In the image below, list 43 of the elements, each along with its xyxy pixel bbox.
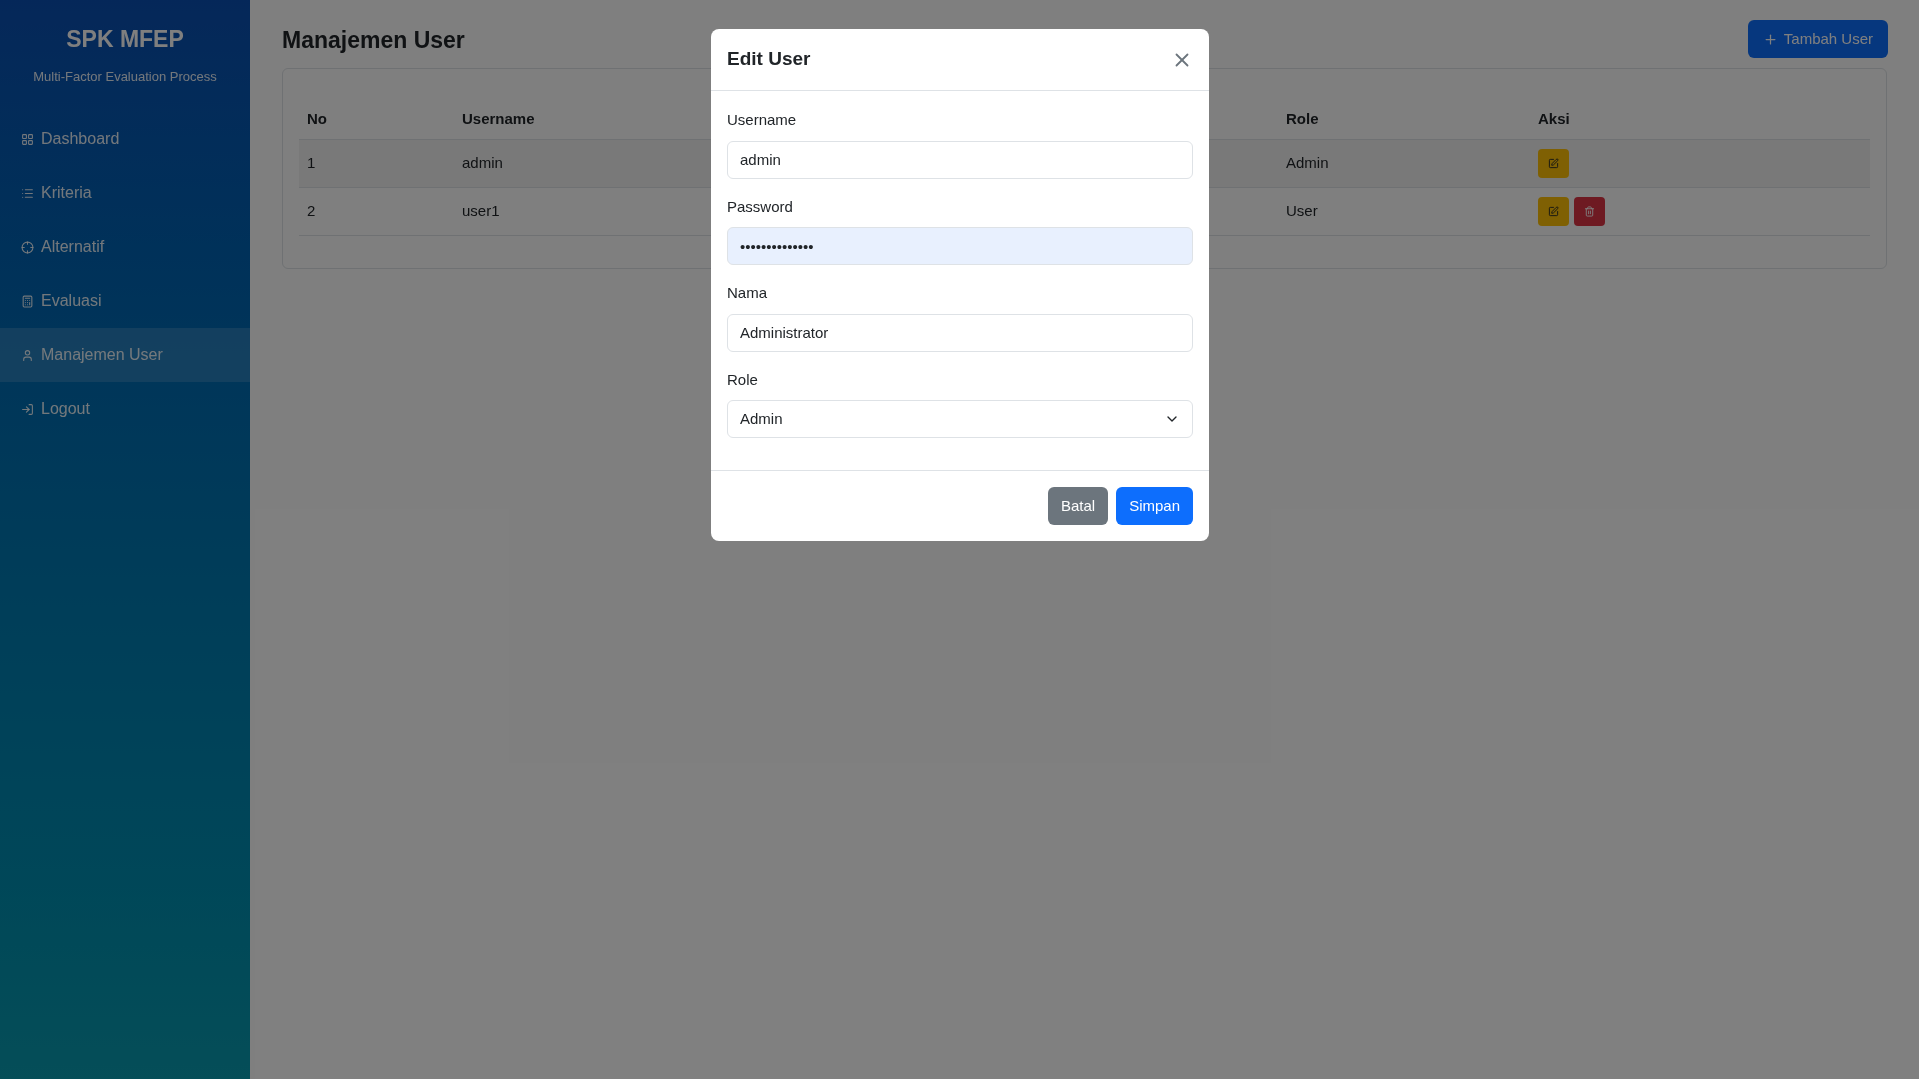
column-header: Username <box>462 109 535 127</box>
edit-icon <box>1548 157 1559 169</box>
app-subtitle: Multi-Factor Evaluation Process <box>32 67 218 86</box>
password-field[interactable]: •••••••••••••• <box>727 227 1193 265</box>
edit-icon <box>1548 205 1559 217</box>
input-field[interactable]: Administrator <box>727 313 1193 352</box>
crosshair-icon <box>21 240 34 254</box>
column-header: Role <box>1286 109 1319 127</box>
table-cell: 1 <box>307 153 316 171</box>
column-header: Aksi <box>1538 109 1570 127</box>
field-label: Role <box>727 369 759 390</box>
list-icon <box>21 186 34 200</box>
sidebar-item[interactable]: Alternatif <box>0 220 250 274</box>
sidebar-item[interactable]: Dashboard <box>0 112 250 166</box>
dialog-title: Edit User <box>727 47 811 72</box>
sidebar-item[interactable]: Evaluasi <box>0 274 250 328</box>
save-button[interactable]: Simpan <box>1116 487 1193 525</box>
field-label: Nama <box>727 283 768 303</box>
logout-icon <box>21 402 34 416</box>
table-cell: Admin <box>1286 153 1329 171</box>
edit-button[interactable] <box>1538 196 1569 226</box>
column-header: No <box>307 109 327 127</box>
table-cell: admin <box>462 153 503 171</box>
delete-button[interactable] <box>1574 196 1605 226</box>
table-cell: user1 <box>462 201 500 219</box>
plus-icon <box>1762 31 1778 47</box>
cancel-button[interactable]: Batal <box>1047 487 1109 525</box>
field-label: Username <box>727 110 798 130</box>
add-user-button[interactable]: Tambah User <box>1747 20 1888 58</box>
user-icon <box>21 348 34 362</box>
field-label: Password <box>727 196 794 217</box>
app-title: SPK MFEP <box>65 25 185 54</box>
grid-icon <box>21 132 34 146</box>
trash-icon <box>1584 205 1595 217</box>
page-title: Manajemen User <box>282 25 465 55</box>
input-field[interactable]: admin <box>727 140 1193 179</box>
table-cell: User <box>1286 201 1318 219</box>
edit-button[interactable] <box>1538 148 1569 178</box>
calculator-icon <box>21 294 34 308</box>
sidebar-item[interactable]: Logout <box>0 382 250 436</box>
sidebar-item[interactable]: Kriteria <box>0 166 250 220</box>
role-select[interactable]: Admin <box>727 400 1193 438</box>
table-cell: 2 <box>307 201 316 219</box>
